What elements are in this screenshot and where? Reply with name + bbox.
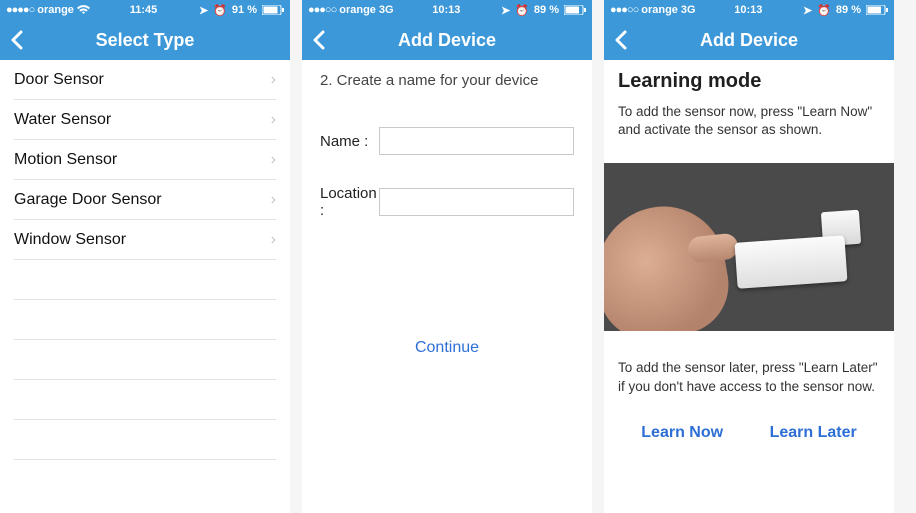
status-bar: ●●●○○ orange 3G 10:13 ➤ ⏰ 89 % bbox=[604, 0, 894, 20]
battery-icon bbox=[866, 4, 888, 16]
sensor-demo-image bbox=[604, 163, 894, 331]
clock-label: 11:45 bbox=[130, 4, 158, 16]
clock-label: 10:13 bbox=[734, 4, 762, 16]
nav-bar: Select Type bbox=[0, 20, 290, 60]
back-button[interactable] bbox=[614, 20, 628, 60]
battery-icon bbox=[564, 4, 586, 16]
signal-dots-icon: ●●●●○ bbox=[6, 4, 34, 16]
list-item-empty bbox=[14, 380, 276, 420]
list-item[interactable]: Motion Sensor › bbox=[14, 140, 276, 180]
carrier-label: orange bbox=[37, 4, 74, 16]
instruction-text: 2. Create a name for your device bbox=[302, 60, 592, 93]
wifi-icon bbox=[77, 4, 90, 16]
chevron-left-icon bbox=[10, 30, 24, 50]
list-item-empty bbox=[14, 420, 276, 460]
location-icon: ➤ bbox=[199, 4, 208, 17]
chevron-right-icon: › bbox=[271, 151, 276, 169]
list-item[interactable]: Door Sensor › bbox=[14, 60, 276, 100]
screen-select-type: ●●●●○ orange 11:45 ➤ ⏰ 91 % Select Type … bbox=[0, 0, 290, 513]
sensor-large-graphic bbox=[735, 236, 848, 290]
chevron-right-icon: › bbox=[271, 111, 276, 129]
nav-bar: Add Device bbox=[302, 20, 592, 60]
battery-pct-label: 89 % bbox=[534, 4, 559, 16]
location-input[interactable] bbox=[379, 188, 574, 216]
status-bar: ●●●○○ orange 3G 10:13 ➤ ⏰ 89 % bbox=[302, 0, 592, 20]
name-label: Name : bbox=[320, 133, 379, 150]
status-bar: ●●●●○ orange 11:45 ➤ ⏰ 91 % bbox=[0, 0, 290, 20]
page-title: Add Device bbox=[398, 30, 496, 51]
location-label: Location : bbox=[320, 185, 379, 219]
screen-add-device-name: ●●●○○ orange 3G 10:13 ➤ ⏰ 89 % Add Devic… bbox=[302, 0, 592, 513]
learning-mode-heading: Learning mode bbox=[618, 70, 880, 93]
learning-mode-text-1: To add the sensor now, press "Learn Now"… bbox=[618, 103, 880, 139]
learn-now-button[interactable]: Learn Now bbox=[641, 424, 723, 442]
nav-bar: Add Device bbox=[604, 20, 894, 60]
back-button[interactable] bbox=[312, 20, 326, 60]
location-icon: ➤ bbox=[501, 4, 510, 17]
list-item[interactable]: Garage Door Sensor › bbox=[14, 180, 276, 220]
location-icon: ➤ bbox=[803, 4, 812, 17]
chevron-right-icon: › bbox=[271, 191, 276, 209]
battery-icon bbox=[262, 4, 284, 16]
list-item-label: Door Sensor bbox=[14, 71, 104, 89]
thumb-graphic bbox=[687, 233, 739, 264]
network-label: 3G bbox=[681, 4, 696, 16]
chevron-right-icon: › bbox=[271, 231, 276, 249]
battery-pct-label: 91 % bbox=[232, 4, 257, 16]
hand-graphic bbox=[604, 197, 736, 331]
list-item-label: Garage Door Sensor bbox=[14, 191, 162, 209]
continue-button[interactable]: Continue bbox=[302, 339, 592, 357]
alarm-icon: ⏰ bbox=[515, 4, 529, 17]
learn-later-button[interactable]: Learn Later bbox=[770, 424, 857, 442]
list-item-empty bbox=[14, 340, 276, 380]
alarm-icon: ⏰ bbox=[213, 4, 227, 17]
list-item-label: Window Sensor bbox=[14, 231, 126, 249]
page-title: Select Type bbox=[96, 30, 195, 51]
list-item-empty bbox=[14, 300, 276, 340]
carrier-label: orange bbox=[339, 4, 376, 16]
chevron-left-icon bbox=[614, 30, 628, 50]
chevron-left-icon bbox=[312, 30, 326, 50]
name-input[interactable] bbox=[379, 127, 574, 155]
back-button[interactable] bbox=[10, 20, 24, 60]
sensor-type-list: Door Sensor › Water Sensor › Motion Sens… bbox=[0, 60, 290, 460]
list-item-label: Motion Sensor bbox=[14, 151, 117, 169]
list-item-empty bbox=[14, 260, 276, 300]
battery-pct-label: 89 % bbox=[836, 4, 861, 16]
page-title: Add Device bbox=[700, 30, 798, 51]
clock-label: 10:13 bbox=[432, 4, 460, 16]
alarm-icon: ⏰ bbox=[817, 4, 831, 17]
carrier-label: orange bbox=[641, 4, 678, 16]
learning-mode-text-2: To add the sensor later, press "Learn La… bbox=[618, 359, 880, 395]
list-item-label: Water Sensor bbox=[14, 111, 111, 129]
list-item[interactable]: Window Sensor › bbox=[14, 220, 276, 260]
signal-dots-icon: ●●●○○ bbox=[308, 4, 336, 16]
list-item[interactable]: Water Sensor › bbox=[14, 100, 276, 140]
signal-dots-icon: ●●●○○ bbox=[610, 4, 638, 16]
screen-learning-mode: ●●●○○ orange 3G 10:13 ➤ ⏰ 89 % Add Devic… bbox=[604, 0, 894, 513]
network-label: 3G bbox=[379, 4, 394, 16]
chevron-right-icon: › bbox=[271, 71, 276, 89]
